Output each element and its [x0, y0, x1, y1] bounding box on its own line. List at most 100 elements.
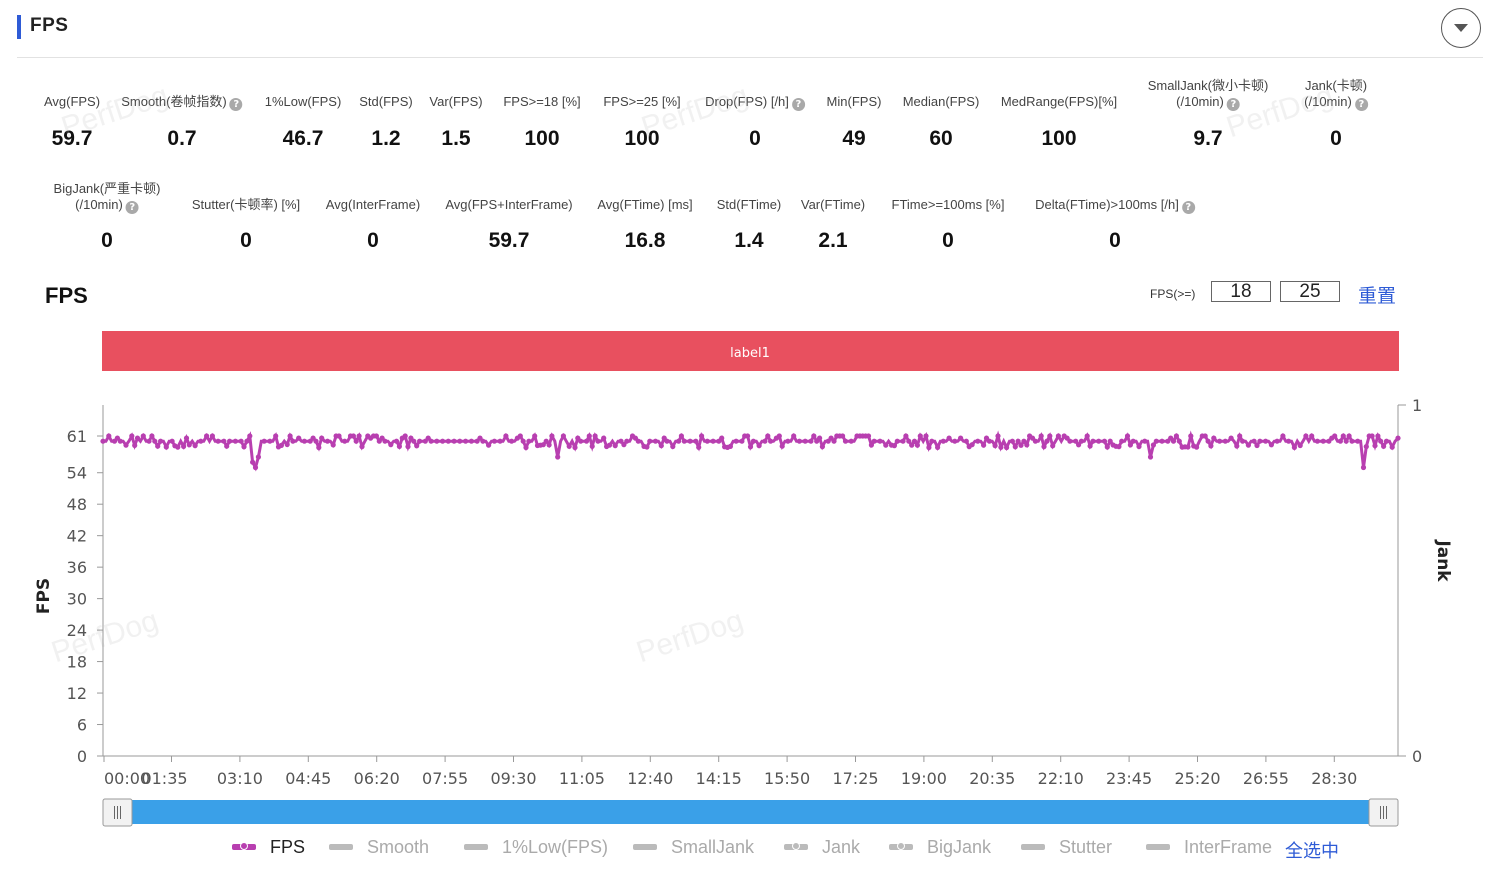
- fps-data-point: [969, 442, 975, 448]
- fps-data-point: [402, 433, 408, 439]
- fps-data-point: [1251, 438, 1257, 444]
- fps-data-point: [457, 438, 463, 444]
- fps-data-point: [204, 433, 210, 439]
- fps-data-point: [1055, 433, 1061, 439]
- fps-data-point: [779, 443, 785, 449]
- fps-data-point: [149, 433, 155, 439]
- x-tick-label: 14:15: [696, 769, 742, 788]
- fps-data-point: [739, 438, 745, 444]
- fps-data-point: [1078, 438, 1084, 444]
- y2-axis-title: Jank: [1433, 539, 1453, 582]
- fps-data-point: [503, 433, 509, 439]
- fps-data-point: [287, 433, 293, 439]
- fps-data-point: [1208, 443, 1214, 449]
- y-tick-label: 36: [67, 558, 87, 577]
- legend-item-1-low-fps[interactable]: 1%Low(FPS): [464, 834, 608, 860]
- fps-data-point: [284, 441, 290, 448]
- fps-data-point: [917, 433, 923, 439]
- fps-data-point: [681, 438, 687, 444]
- fps-data-point: [586, 433, 592, 439]
- fps-data-point: [221, 438, 227, 444]
- fps-data-point: [664, 438, 670, 444]
- fps-data-point: [244, 438, 250, 444]
- fps-data-point: [209, 433, 215, 439]
- fps-data-point: [1136, 443, 1142, 450]
- fps-data-point: [865, 433, 872, 439]
- legend-item-bigjank[interactable]: BigJank: [889, 834, 991, 860]
- fps-data-point: [247, 433, 253, 439]
- fps-data-point: [183, 435, 190, 441]
- legend-marker-icon: [633, 844, 657, 850]
- fps-data-point: [129, 433, 135, 439]
- fps-data-point: [232, 438, 238, 444]
- fps-data-point: [785, 438, 791, 444]
- fps-data-point: [517, 433, 523, 439]
- fps-data-point: [255, 454, 261, 460]
- fps-data-point: [914, 442, 921, 448]
- fps-data-point: [747, 444, 754, 450]
- fps-data-point: [1173, 433, 1179, 439]
- x-tick-label: 11:05: [559, 769, 605, 788]
- fps-data-point: [946, 435, 952, 441]
- fps-data-point: [146, 438, 152, 444]
- fps-data-point: [1346, 433, 1352, 439]
- fps-data-point: [169, 438, 175, 444]
- fps-data-point: [393, 438, 400, 444]
- legend-label: Jank: [822, 836, 861, 857]
- fps-data-point: [273, 433, 279, 439]
- fps-data-point: [745, 433, 751, 439]
- fps-data-point: [811, 433, 817, 439]
- fps-data-point: [612, 443, 618, 449]
- fps-chart: label1061218243036424854610100:0001:35 03…: [34, 331, 1453, 827]
- fps-data-point: [647, 438, 653, 444]
- legend-item-interframe[interactable]: InterFrame: [1146, 834, 1272, 860]
- legend-item-smalljank[interactable]: SmallJank: [633, 834, 754, 860]
- legend-item-stutter[interactable]: Stutter: [1021, 834, 1112, 860]
- fps-data-point: [1349, 438, 1355, 444]
- fps-data-point: [324, 438, 331, 444]
- legend-item-jank[interactable]: Jank: [784, 834, 860, 860]
- fps-data-point: [756, 443, 762, 449]
- fps-data-point: [699, 433, 705, 439]
- fps-data-point: [696, 444, 702, 450]
- legend-label: Smooth: [367, 836, 430, 857]
- legend-marker-icon: [329, 844, 353, 850]
- fps-data-point: [1142, 438, 1148, 444]
- legend-item-smooth[interactable]: Smooth: [329, 834, 429, 860]
- fps-data-point: [819, 444, 826, 450]
- fps-data-point: [1257, 438, 1263, 444]
- fps-data-point: [840, 433, 846, 439]
- x-tick-label: 19:00: [901, 769, 947, 788]
- fps-data-point: [1038, 433, 1044, 439]
- fps-data-point: [992, 443, 998, 449]
- fps-data-point: [555, 454, 561, 460]
- fps-data-point: [1340, 433, 1346, 439]
- fps-data-point: [1240, 438, 1246, 444]
- fps-data-point: [1009, 438, 1016, 444]
- fps-data-point: [975, 438, 981, 444]
- legend-item-fps[interactable]: FPS: [232, 834, 305, 860]
- fps-data-point: [1286, 438, 1292, 444]
- fps-data-point: [1188, 433, 1194, 439]
- y-tick-label: 48: [67, 495, 87, 514]
- fps-data-point: [765, 433, 771, 439]
- fps-data-point: [1254, 442, 1260, 449]
- fps-series-line: [103, 430, 1400, 472]
- fps-data-point: [546, 442, 552, 448]
- fps-data-point: [1217, 438, 1223, 444]
- x-tick-label: 12:40: [627, 769, 673, 788]
- fps-data-point: [342, 438, 348, 444]
- fps-data-point: [891, 443, 898, 449]
- x-tick-label: 28:30: [1311, 769, 1357, 788]
- y-tick-label: 18: [67, 653, 87, 672]
- fps-data-point: [1372, 443, 1378, 449]
- fps-data-point: [100, 438, 106, 444]
- fps-data-point: [1360, 464, 1367, 471]
- fps-data-point: [687, 438, 693, 444]
- fps-data-point: [848, 438, 854, 444]
- fps-data-point: [1024, 442, 1030, 448]
- fps-data-point: [117, 438, 123, 444]
- fps-data-point: [106, 433, 112, 439]
- select-all-button[interactable]: 全选中: [1285, 837, 1339, 863]
- fps-data-point: [727, 443, 734, 449]
